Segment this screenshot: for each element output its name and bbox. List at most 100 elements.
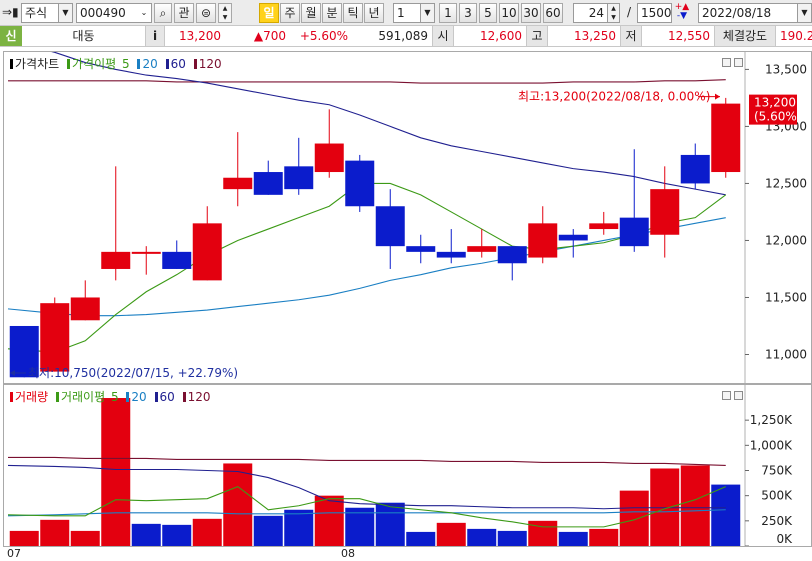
market-type-select[interactable]: 주식 ▼ <box>21 3 73 23</box>
max-annotation: 최고:13,200(2022/08/18, 0.00%) <box>518 90 710 104</box>
interval-label: 60 <box>545 6 561 20</box>
panel-close-icon[interactable] <box>734 391 743 400</box>
volume-bar <box>528 520 558 546</box>
interval-button-60[interactable]: 60 <box>543 3 563 23</box>
vma20-label: 20 <box>131 390 147 404</box>
y-tick-label: 11,000 <box>765 347 807 361</box>
candle-body <box>253 172 283 195</box>
volume-chart[interactable]: 0K 250K 500K 750K 1,000K 1,250K <box>4 385 811 546</box>
ma60-legend[interactable]: 60 <box>165 57 188 71</box>
y-tick-label: 1,000K <box>750 438 793 452</box>
max-arrow-head <box>715 93 720 100</box>
volume-bar <box>314 495 344 546</box>
search-icon: ⌕ <box>159 6 167 20</box>
search-button[interactable]: ⌕ <box>154 3 172 23</box>
candle-body <box>711 103 741 173</box>
volume-bar <box>9 530 39 546</box>
volume-bar <box>345 507 375 546</box>
candle-body <box>680 154 710 184</box>
volume-bar <box>497 530 527 546</box>
ma120-label: 120 <box>198 57 222 71</box>
favorites-button[interactable]: 관 <box>174 3 194 23</box>
window-menu-icon[interactable]: ⇒▮ <box>2 3 20 23</box>
price-legend-title[interactable]: 가격차트 <box>10 57 61 71</box>
volume-bar <box>131 523 161 546</box>
y-tick-label: 11,500 <box>765 290 807 304</box>
chevron-down-icon: ▼ <box>797 4 811 22</box>
period-tab-year[interactable]: 년 <box>364 3 384 23</box>
volume-ma-legend[interactable]: 거래이평 5 <box>55 390 121 404</box>
quote-bar: 신 대동 i 13,200 ▲700 +5.60% 591,089 시 12,6… <box>0 26 812 47</box>
volume-bar <box>467 528 497 546</box>
candle-body <box>40 303 70 372</box>
period-label: 분 <box>326 6 338 20</box>
stock-code-input[interactable]: 000490 ⌄ <box>76 3 152 23</box>
period-tab-tick[interactable]: 틱 <box>343 3 363 23</box>
volume-bar <box>406 531 436 546</box>
interval-button-5[interactable]: 5 <box>479 3 497 23</box>
period-label: 월 <box>305 6 317 20</box>
current-price: 13,200 <box>179 29 221 43</box>
last-price-tag-value: 13,200 <box>754 96 796 110</box>
chevron-down-icon: ▼ <box>58 4 72 22</box>
volume-bar <box>436 522 466 546</box>
candle-body <box>223 177 253 190</box>
total-count-input[interactable]: 1500 <box>637 3 672 23</box>
candle-body <box>589 223 619 230</box>
ma120-legend[interactable]: 120 <box>193 57 224 71</box>
legend-label: 거래량 <box>15 390 49 404</box>
ma20-legend[interactable]: 20 <box>137 57 159 71</box>
min-annotation: 최저:10,750(2022/07/15, +22.79%) <box>28 366 238 380</box>
volume-bar <box>711 484 741 546</box>
interval-button-30[interactable]: 30 <box>521 3 541 23</box>
period-tab-month[interactable]: 월 <box>301 3 321 23</box>
candle-body <box>101 251 131 269</box>
chevron-down-icon: ⌄ <box>137 4 151 22</box>
candle-body <box>375 206 405 247</box>
y-tick-label: 12,500 <box>765 176 807 190</box>
open-price: 12,600 <box>480 29 522 43</box>
period-tab-day[interactable]: 일 <box>259 3 279 23</box>
vma60-legend[interactable]: 60 <box>154 390 177 404</box>
price-chart[interactable]: 11,00011,50012,00012,50013,00013,500최고:1… <box>4 52 811 383</box>
vma60-label: 60 <box>159 390 175 404</box>
interval-button-3[interactable]: 3 <box>459 3 477 23</box>
stock-scroll-spinner[interactable]: ▲ ▼ <box>218 3 232 23</box>
period-tab-week[interactable]: 주 <box>280 3 300 23</box>
spinner-up-icon: ▲ <box>222 5 228 12</box>
y-tick-label: 0K <box>776 532 793 546</box>
count-step-buttons[interactable]: +▲ -▼ <box>674 3 690 23</box>
total-count-value: 1500 <box>641 6 672 20</box>
price-change-pct: +5.60% <box>299 29 348 43</box>
panel-maximize-icon[interactable] <box>722 58 731 67</box>
volume-legend-title[interactable]: 거래량 <box>10 390 50 404</box>
vma120-legend[interactable]: 120 <box>182 390 213 404</box>
stock-code-value: 000490 <box>80 6 126 20</box>
stock-name: 대동 <box>72 29 95 43</box>
period-tab-minute[interactable]: 분 <box>322 3 342 23</box>
candle-body <box>70 297 100 321</box>
credit-badge: 신 <box>0 26 22 46</box>
y-tick-label: 12,000 <box>765 233 807 247</box>
volume-bar <box>680 465 710 546</box>
price-change: ▲700 <box>253 29 286 43</box>
count-spinner-icon[interactable]: ▲ ▼ <box>607 4 619 22</box>
market-type-value: 주식 <box>25 6 48 20</box>
price-ma-legend[interactable]: 가격이평 5 <box>67 57 132 71</box>
panel-close-icon[interactable] <box>734 58 743 67</box>
low-price: 12,550 <box>668 29 710 43</box>
volume-chart-panel: 0K 250K 500K 750K 1,000K 1,250K 거래량 거래이평 5 20… <box>3 384 812 547</box>
date-picker[interactable]: 2022/08/18 ▼ <box>698 3 812 23</box>
high-label: 고 <box>526 26 548 46</box>
link-group-button[interactable]: ⊜ <box>196 3 216 23</box>
stock-info-button[interactable]: i <box>145 26 165 46</box>
interval-button-10[interactable]: 10 <box>499 3 519 23</box>
vma20-legend[interactable]: 20 <box>126 390 148 404</box>
interval-label: 1 <box>444 6 452 20</box>
display-count-input[interactable]: 24 ▲ ▼ <box>573 3 620 23</box>
panel-maximize-icon[interactable] <box>722 391 731 400</box>
candle-body <box>162 251 192 269</box>
y-tick-label: 750K <box>761 464 793 478</box>
interval-select[interactable]: 1 ▼ <box>393 3 435 23</box>
interval-button-1[interactable]: 1 <box>439 3 457 23</box>
